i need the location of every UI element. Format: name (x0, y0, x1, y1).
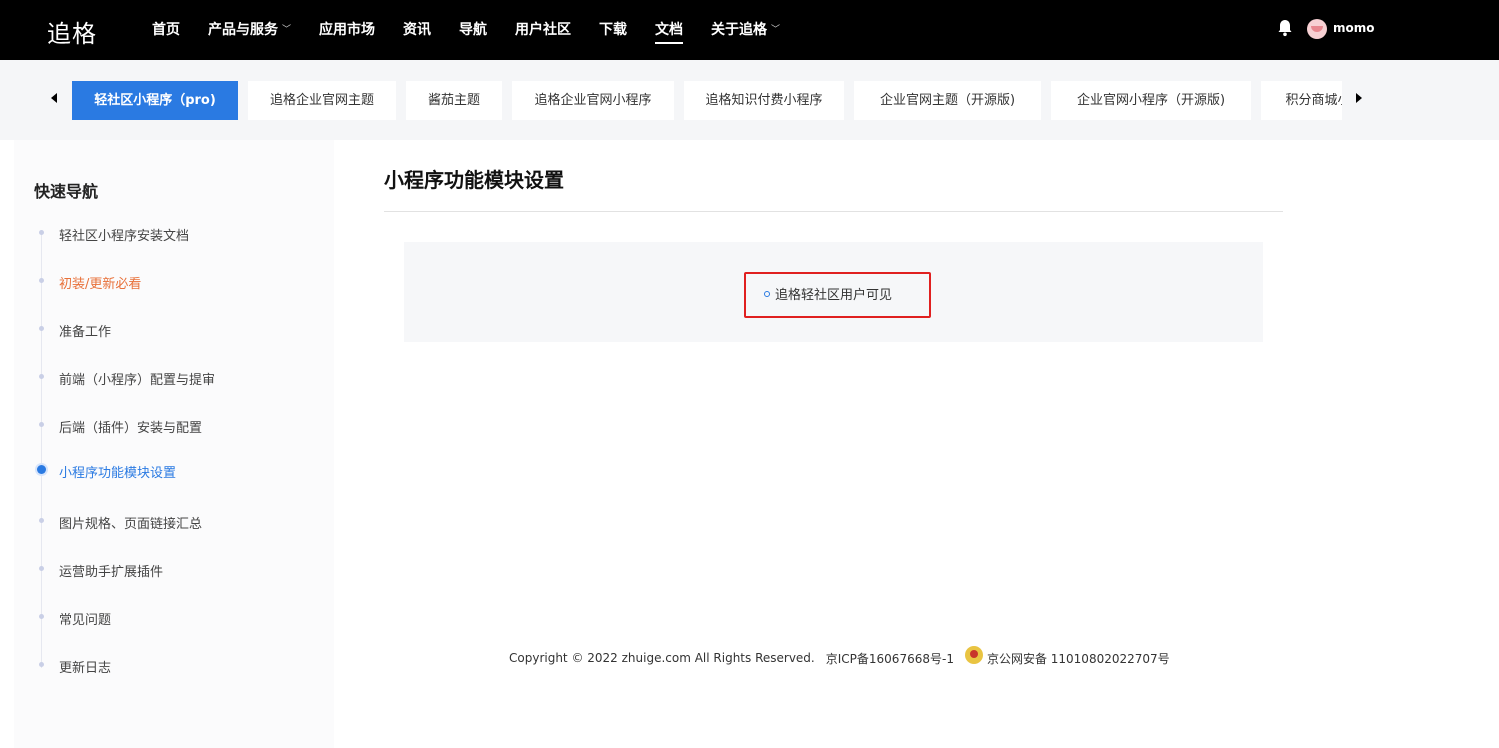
title-divider (384, 211, 1283, 212)
footer: Copyright © 2022 zhuige.com All Rights R… (509, 646, 1170, 667)
tab-knowledge-paid-miniprogram[interactable]: 追格知识付费小程序 (684, 81, 844, 120)
timeline-dot-current (37, 465, 46, 474)
timeline-dot (39, 614, 44, 619)
chevron-down-icon: ﹀ (771, 25, 781, 35)
username[interactable]: momo (1333, 21, 1375, 35)
icp-link[interactable]: 京ICP备16067668号-1 (826, 650, 954, 667)
nav-item-products[interactable]: 产品与服务 ﹀ (208, 0, 291, 60)
nav-item-about[interactable]: 关于追格 ﹀ (711, 0, 780, 60)
sidebar-item-image-specs[interactable]: 图片规格、页面链接汇总 (59, 513, 202, 532)
timeline-dot (39, 662, 44, 667)
tab-points-mall[interactable]: 积分商城小程序 (1261, 81, 1342, 120)
sidebar-item-install-docs[interactable]: 轻社区小程序安装文档 (59, 225, 189, 244)
sidebar-item-ops-plugin[interactable]: 运营助手扩展插件 (59, 561, 163, 580)
tab-jiangqie-theme[interactable]: 酱茄主题 (406, 81, 502, 120)
nav-item-docs[interactable]: 文档 (655, 0, 684, 60)
main-nav: 首页 产品与服务 ﹀ 应用市场 资讯 导航 用户社区 下载 文档 关于追格 ﹀ (152, 0, 808, 60)
page-title: 小程序功能模块设置 (384, 168, 564, 192)
timeline-dot (39, 374, 44, 379)
nav-item-news[interactable]: 资讯 (403, 0, 431, 60)
sidebar-item-backend-config[interactable]: 后端（插件）安装与配置 (59, 417, 202, 436)
list-item: 追格轻社区用户可见 (764, 284, 892, 303)
tab-enterprise-site-theme[interactable]: 追格企业官网主题 (248, 81, 396, 120)
tab-enterprise-miniprogram[interactable]: 追格企业官网小程序 (512, 81, 674, 120)
chevron-down-icon: ﹀ (282, 25, 292, 35)
scroll-right-arrow-icon[interactable] (1356, 93, 1362, 103)
nav-item-download[interactable]: 下载 (599, 0, 627, 60)
sidebar-title: 快速导航 (34, 182, 99, 201)
quick-nav-sidebar: 快速导航 轻社区小程序安装文档 初装/更新必看 准备工作 前端（小程序）配置与提… (14, 140, 334, 748)
tabs: 轻社区小程序（pro) 追格企业官网主题 酱茄主题 追格企业官网小程序 追格知识… (72, 81, 1342, 120)
nav-item-community[interactable]: 用户社区 (515, 0, 571, 60)
timeline-dot (39, 566, 44, 571)
sidebar-item-changelog[interactable]: 更新日志 (59, 657, 111, 676)
tab-enterprise-miniprogram-open-source[interactable]: 企业官网小程序（开源版) (1051, 81, 1251, 120)
sidebar-item-frontend-config[interactable]: 前端（小程序）配置与提审 (59, 369, 215, 388)
bell-icon[interactable] (1277, 19, 1293, 37)
top-navbar: 追格 首页 产品与服务 ﹀ 应用市场 资讯 导航 用户社区 下载 文档 关于追格 ﹀… (0, 0, 1499, 60)
product-tab-strip: 轻社区小程序（pro) 追格企业官网主题 酱茄主题 追格企业官网小程序 追格知识… (0, 60, 1499, 140)
nav-item-home[interactable]: 首页 (152, 0, 180, 60)
sidebar-item-must-read[interactable]: 初装/更新必看 (59, 273, 141, 292)
sidebar-item-faq[interactable]: 常见问题 (59, 609, 111, 628)
timeline-dot (39, 326, 44, 331)
tab-light-community-pro[interactable]: 轻社区小程序（pro) (72, 81, 238, 120)
circle-bullet-icon (764, 290, 770, 297)
timeline-dot (39, 278, 44, 283)
site-logo[interactable]: 追格 (47, 14, 97, 49)
tab-enterprise-theme-open-source[interactable]: 企业官网主题（开源版) (854, 81, 1041, 120)
timeline-dot (39, 518, 44, 523)
list-item-text: 追格轻社区用户可见 (775, 288, 893, 303)
copyright-text: Copyright © 2022 zhuige.com All Rights R… (509, 651, 815, 665)
scroll-left-arrow-icon[interactable] (51, 93, 57, 103)
timeline-dot (39, 422, 44, 427)
police-record-link[interactable]: 京公网安备 11010802022707号 (987, 650, 1170, 667)
tabs-viewport: 轻社区小程序（pro) 追格企业官网主题 酱茄主题 追格企业官网小程序 追格知识… (72, 81, 1342, 120)
sidebar-item-preparation[interactable]: 准备工作 (59, 321, 111, 340)
timeline-dot (39, 230, 44, 235)
police-badge-icon (964, 646, 983, 664)
avatar[interactable] (1307, 19, 1327, 39)
nav-item-navigation[interactable]: 导航 (459, 0, 487, 60)
sidebar-timeline (41, 230, 42, 668)
sidebar-item-module-settings[interactable]: 小程序功能模块设置 (59, 462, 176, 481)
nav-item-app-market[interactable]: 应用市场 (319, 0, 375, 60)
